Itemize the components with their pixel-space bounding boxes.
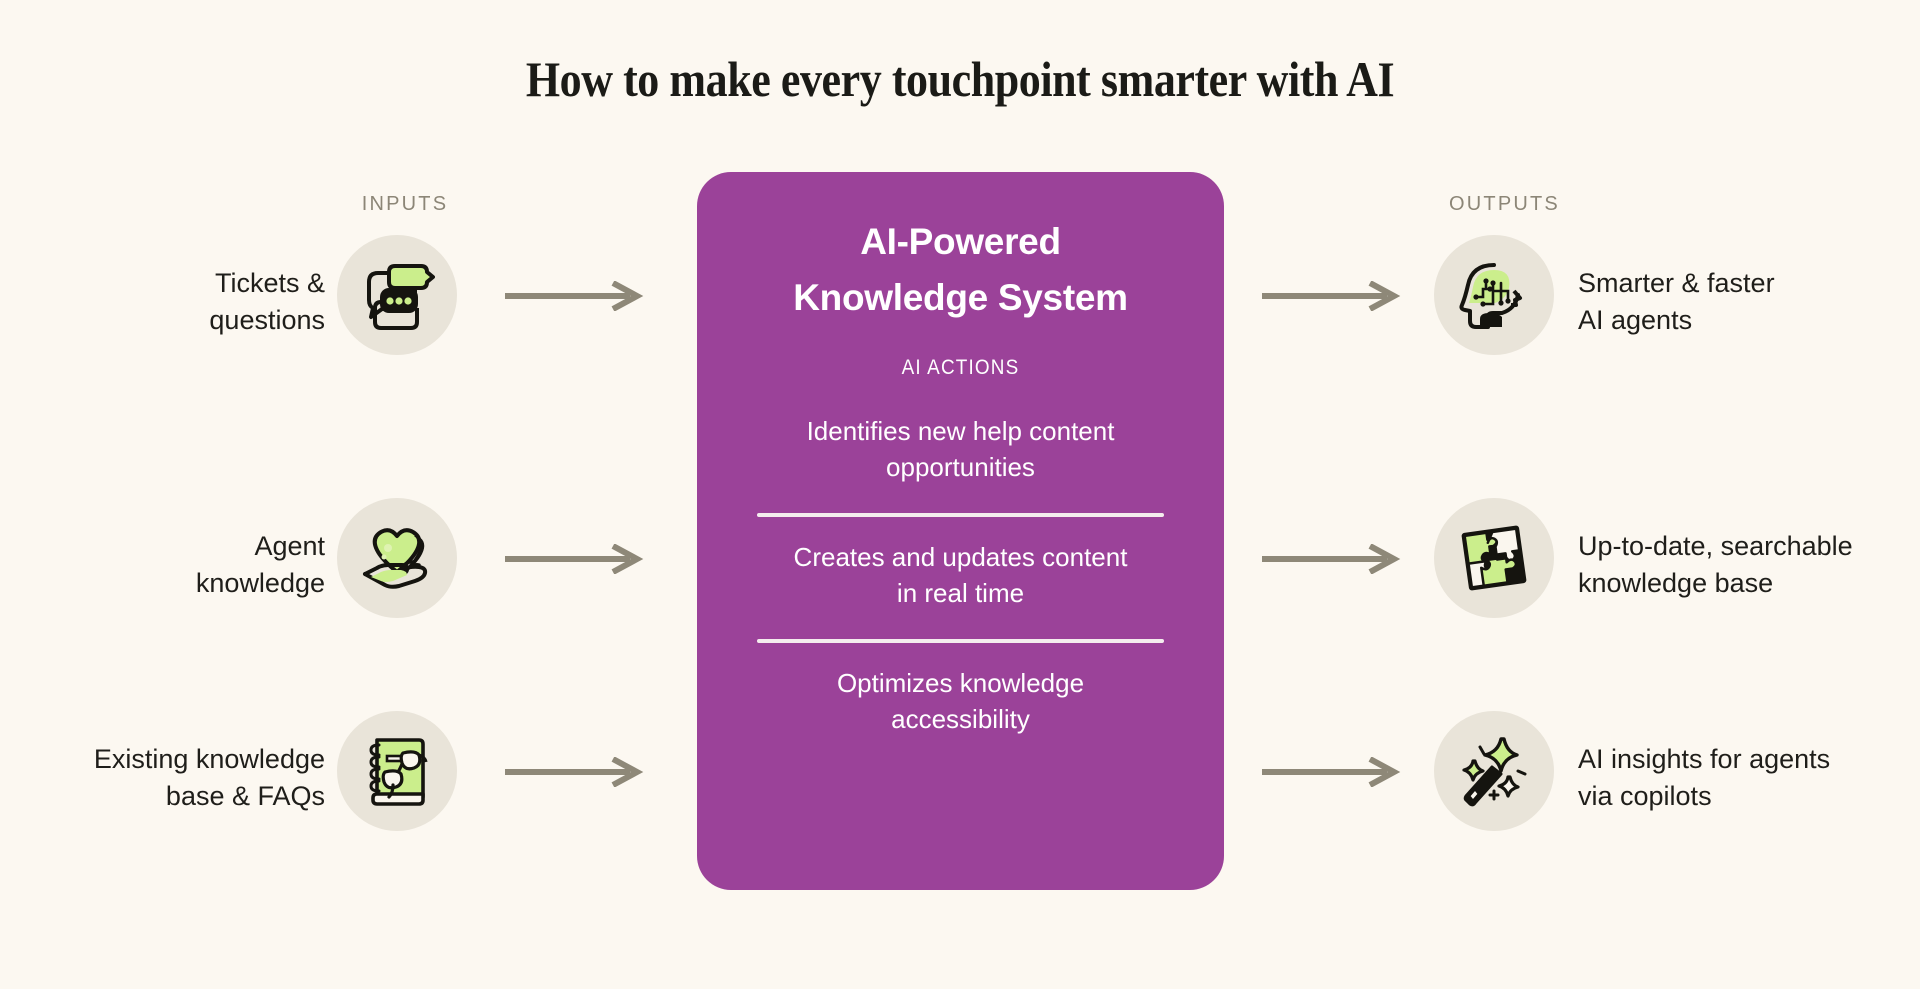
output-label-2: Up-to-date, searchable knowledge base (1578, 528, 1918, 602)
output-label-1-line1: Smarter & faster (1578, 268, 1775, 298)
outputs-column-header: OUTPUTS (1449, 193, 1560, 215)
magic-wand-icon (1456, 733, 1532, 809)
arrow-output-1 (1262, 280, 1402, 312)
card-title-line2: Knowledge System (793, 277, 1128, 318)
puzzle-pieces-icon (1455, 519, 1533, 597)
ai-knowledge-system-card: AI-Powered Knowledge System AI ACTIONS I… (697, 172, 1224, 890)
output-label-3-line1: AI insights for agents (1578, 744, 1831, 774)
input-label-1: Tickets & questions (10, 265, 325, 339)
arrow-input-1 (505, 280, 645, 312)
input-label-3: Existing knowledge base & FAQs (10, 741, 325, 815)
ai-action-1-line1: Identifies new help content (806, 416, 1115, 446)
input-icon-3-circle (337, 711, 457, 831)
arrow-output-3 (1262, 756, 1402, 788)
input-icon-2-circle (337, 498, 457, 618)
page-title: How to make every touchpoint smarter wit… (525, 51, 1395, 107)
ai-action-2-line2: in real time (896, 578, 1025, 608)
input-label-2: Agent knowledge (10, 528, 325, 602)
input-label-3-line2: base & FAQs (165, 781, 325, 811)
ai-action-1-line2: opportunities (886, 452, 1035, 482)
hand-heart-icon (357, 522, 437, 594)
diagram-canvas: How to make every touchpoint smarter wit… (0, 0, 1920, 989)
output-label-2-line2: knowledge base (1578, 568, 1774, 598)
action-divider-1 (757, 513, 1164, 517)
output-label-1-line2: AI agents (1578, 305, 1693, 335)
output-label-2-line1: Up-to-date, searchable (1578, 531, 1853, 561)
input-label-3-line1: Existing knowledge (93, 744, 325, 774)
ai-action-3-line1: Optimizes knowledge (836, 668, 1085, 698)
arrow-output-2 (1262, 543, 1402, 575)
arrow-input-3 (505, 756, 645, 788)
ai-action-2: Creates and updates content in real time (735, 533, 1186, 621)
output-label-1: Smarter & faster AI agents (1578, 265, 1918, 339)
ai-actions-list: Identifies new help content opportunitie… (735, 407, 1186, 747)
input-label-1-line2: questions (209, 305, 325, 335)
input-label-2-line2: knowledge (195, 568, 325, 598)
ai-action-1: Identifies new help content opportunitie… (735, 407, 1186, 495)
output-icon-1-circle (1434, 235, 1554, 355)
ai-action-3-line2: accessibility (891, 704, 1030, 734)
input-icon-1-circle (337, 235, 457, 355)
output-icon-2-circle (1434, 498, 1554, 618)
card-title: AI-Powered Knowledge System (735, 214, 1186, 326)
ai-brain-head-icon (1456, 257, 1532, 333)
arrow-input-2 (505, 543, 645, 575)
card-subtitle: AI ACTIONS (901, 356, 1020, 379)
inputs-column-header: INPUTS (361, 193, 449, 215)
input-label-2-line1: Agent (254, 531, 325, 561)
output-icon-3-circle (1434, 711, 1554, 831)
output-label-3-line2: via copilots (1578, 781, 1712, 811)
ai-action-3: Optimizes knowledge accessibility (735, 659, 1186, 747)
notebook-glasses-icon (361, 732, 433, 810)
action-divider-2 (757, 639, 1164, 643)
ai-action-2-line1: Creates and updates content (793, 542, 1128, 572)
output-label-3: AI insights for agents via copilots (1578, 741, 1918, 815)
card-title-line1: AI-Powered (860, 221, 1061, 262)
chat-bubbles-icon (359, 260, 435, 330)
input-label-1-line1: Tickets & (214, 268, 325, 298)
